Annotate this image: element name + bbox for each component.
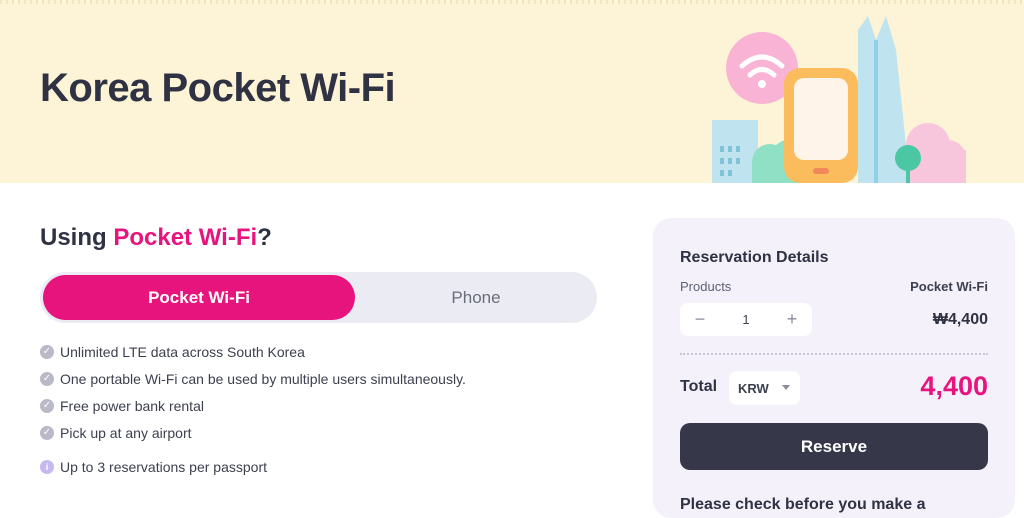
- page-title: Korea Pocket Wi-Fi: [40, 66, 396, 110]
- phone-icon: [784, 68, 858, 183]
- product-name: Pocket Wi-Fi: [910, 279, 988, 294]
- quantity-stepper: − 1 +: [680, 303, 812, 336]
- toggle-phone[interactable]: Phone: [358, 275, 594, 320]
- hero-illustration: [712, 16, 966, 183]
- feature-item: ✓ Pick up at any airport: [40, 419, 466, 446]
- reservation-card: Reservation Details Products Pocket Wi-F…: [653, 218, 1015, 518]
- feature-item: ✓ Unlimited LTE data across South Korea: [40, 338, 466, 365]
- feature-list: ✓ Unlimited LTE data across South Korea ✓…: [40, 338, 466, 480]
- section-title-prefix: Using: [40, 224, 114, 251]
- minus-icon[interactable]: −: [690, 309, 710, 330]
- section-title-accent: Pocket Wi-Fi: [113, 224, 258, 251]
- hero-dotted-edge: [0, 0, 1024, 4]
- info-icon: i: [40, 459, 54, 474]
- feature-text: Unlimited LTE data across South Korea: [60, 343, 305, 360]
- feature-text: Free power bank rental: [60, 397, 204, 414]
- feature-item: ✓ One portable Wi-Fi can be used by multi…: [40, 365, 466, 392]
- reservation-note: Please check before you make a: [680, 496, 926, 513]
- quantity-value: 1: [742, 312, 750, 327]
- check-icon: ✓: [40, 344, 54, 359]
- section-title-suffix: ?: [257, 224, 272, 251]
- check-icon: ✓: [40, 371, 54, 386]
- feature-item: ✓ Free power bank rental: [40, 392, 466, 419]
- feature-text: Pick up at any airport: [60, 424, 192, 441]
- info-item: i Up to 3 reservations per passport: [40, 453, 466, 480]
- hero-banner: Korea Pocket Wi-Fi: [0, 0, 1024, 183]
- building-left: [712, 120, 758, 183]
- product-price: ₩4,400: [932, 311, 988, 328]
- info-text: Up to 3 reservations per passport: [60, 458, 267, 475]
- plus-icon[interactable]: +: [782, 309, 802, 330]
- product-toggle: Pocket Wi-Fi Phone: [40, 272, 597, 323]
- toggle-pocket-wifi[interactable]: Pocket Wi-Fi: [43, 275, 355, 320]
- caret-down-icon: [782, 385, 790, 390]
- currency-select[interactable]: KRW: [729, 371, 800, 405]
- reservation-title: Reservation Details: [680, 249, 829, 266]
- products-label: Products: [680, 279, 732, 294]
- reserve-button[interactable]: Reserve: [680, 423, 988, 470]
- feature-text: One portable Wi-Fi can be used by multip…: [60, 370, 466, 387]
- total-amount: 4,400: [920, 371, 988, 401]
- check-icon: ✓: [40, 398, 54, 413]
- currency-value: KRW: [738, 380, 769, 396]
- divider: [680, 353, 988, 355]
- check-icon: ✓: [40, 425, 54, 440]
- section-title: Using Pocket Wi-Fi?: [40, 224, 272, 252]
- total-label: Total: [680, 378, 718, 395]
